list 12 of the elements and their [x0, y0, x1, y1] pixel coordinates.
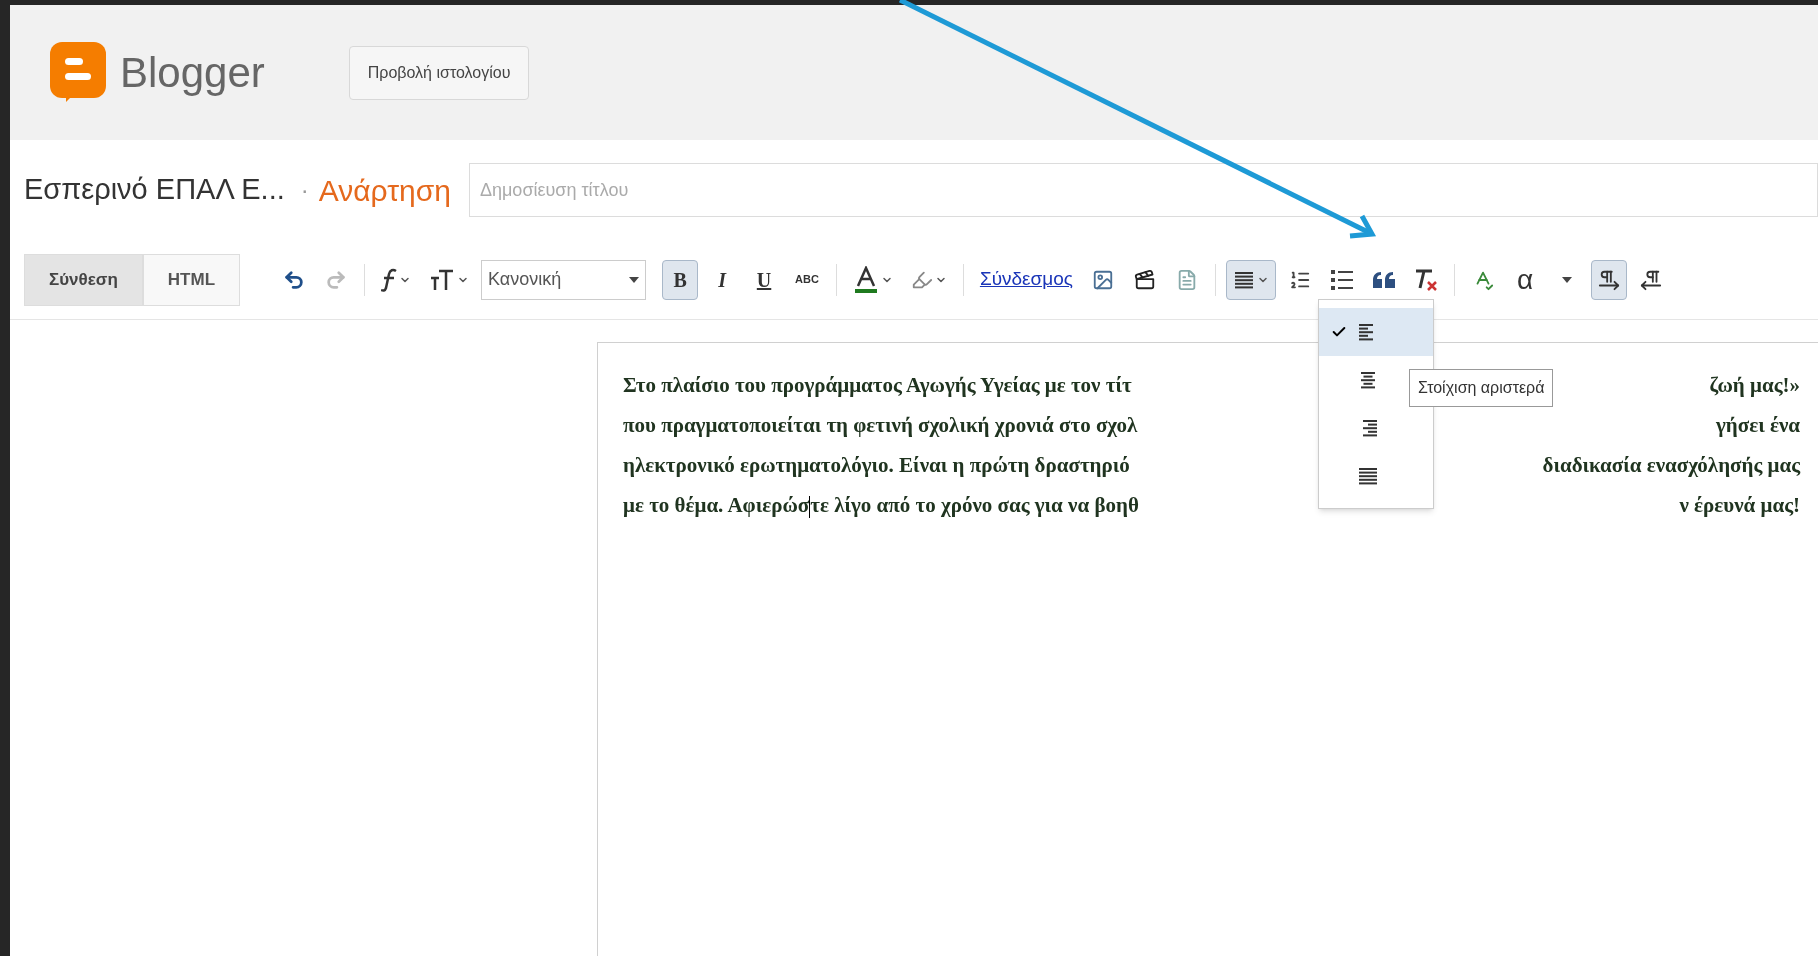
body-text: γήσει ένα: [1716, 412, 1800, 439]
section-label: Ανάρτηση: [318, 172, 451, 209]
logo-text: Blogger: [120, 48, 265, 98]
body-text: που πραγματοποιείται τη φετινή σχολική χρονιά στο σχολ: [623, 412, 1139, 439]
body-text: ζωή μας!»: [1709, 372, 1800, 399]
body-text: ηλεκτρονικό ερωτηματολόγιο. Είναι η πρώτη δραστηριό: [623, 452, 1131, 479]
separator-dot: ·: [300, 175, 309, 205]
body-text: Στο πλαίσιο του προγράμματος Αγωγής Υγείας με τον τίτ: [623, 372, 1133, 399]
tooltip: Στοίχιση αριστερά: [1409, 369, 1554, 407]
body-text: διαδικασία ενασχόλησής μας: [1542, 452, 1800, 479]
blog-name: Εσπερινό ΕΠΑΛ Ε...: [24, 172, 285, 208]
body-text: ν έρευνά μας!: [1679, 492, 1800, 519]
